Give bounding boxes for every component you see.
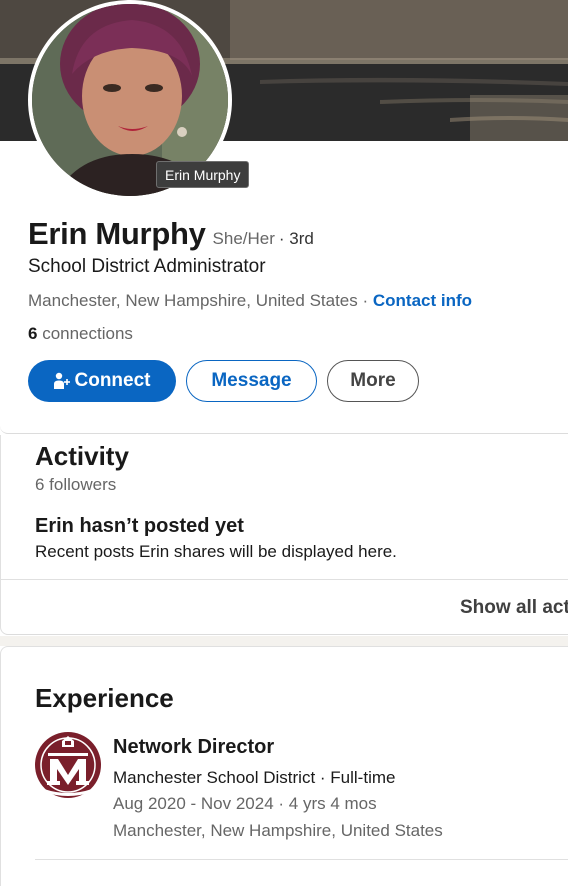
profile-headline: School District Administrator [28,256,266,277]
connect-label: Connect [74,370,151,391]
location-separator: · [357,291,373,310]
job-company: Manchester School District · Full-time [113,768,396,787]
job-location: Manchester, New Hampshire, United States [113,821,443,840]
message-button[interactable]: Message [186,360,317,402]
connections-label: connections [37,324,133,343]
profile-card: Erin Murphy Erin Murphy She/Her · 3rd Sc… [0,0,568,434]
more-label: More [350,370,396,391]
activity-section: Activity 6 followers Erin hasn’t posted … [0,435,568,635]
school-district-logo-icon[interactable] [34,731,102,799]
experience-section: Experience Network Director Manchester S… [0,646,568,886]
contact-info-link[interactable]: Contact info [373,291,472,310]
activity-empty-subtitle: Recent posts Erin shares will be display… [35,542,397,561]
location-line: Manchester, New Hampshire, United States… [28,291,472,311]
pronouns: She/Her [212,229,275,248]
connection-degree: · 3rd [278,229,314,248]
profile-location: Manchester, New Hampshire, United States [28,291,358,310]
section-gap [0,636,568,646]
profile-name: Erin Murphy [28,216,206,251]
show-all-activity-link[interactable]: Show all activity [460,597,568,619]
add-person-icon [53,372,70,389]
followers-count[interactable]: 6 followers [35,475,116,495]
avatar-name-tooltip: Erin Murphy [156,161,250,188]
more-button[interactable]: More [327,360,419,402]
job-title: Network Director [113,736,275,758]
connect-button[interactable]: Connect [28,360,176,402]
activity-title: Activity [35,441,129,471]
job-dates: Aug 2020 - Nov 2024 · 4 yrs 4 mos [113,794,377,813]
divider [35,859,568,860]
name-line: Erin Murphy She/Her · 3rd [28,216,314,252]
experience-title: Experience [35,683,174,713]
activity-empty-title: Erin hasn’t posted yet [35,515,244,537]
message-label: Message [211,370,292,391]
connections-count[interactable]: 6 connections [28,324,133,344]
divider [1,579,568,580]
